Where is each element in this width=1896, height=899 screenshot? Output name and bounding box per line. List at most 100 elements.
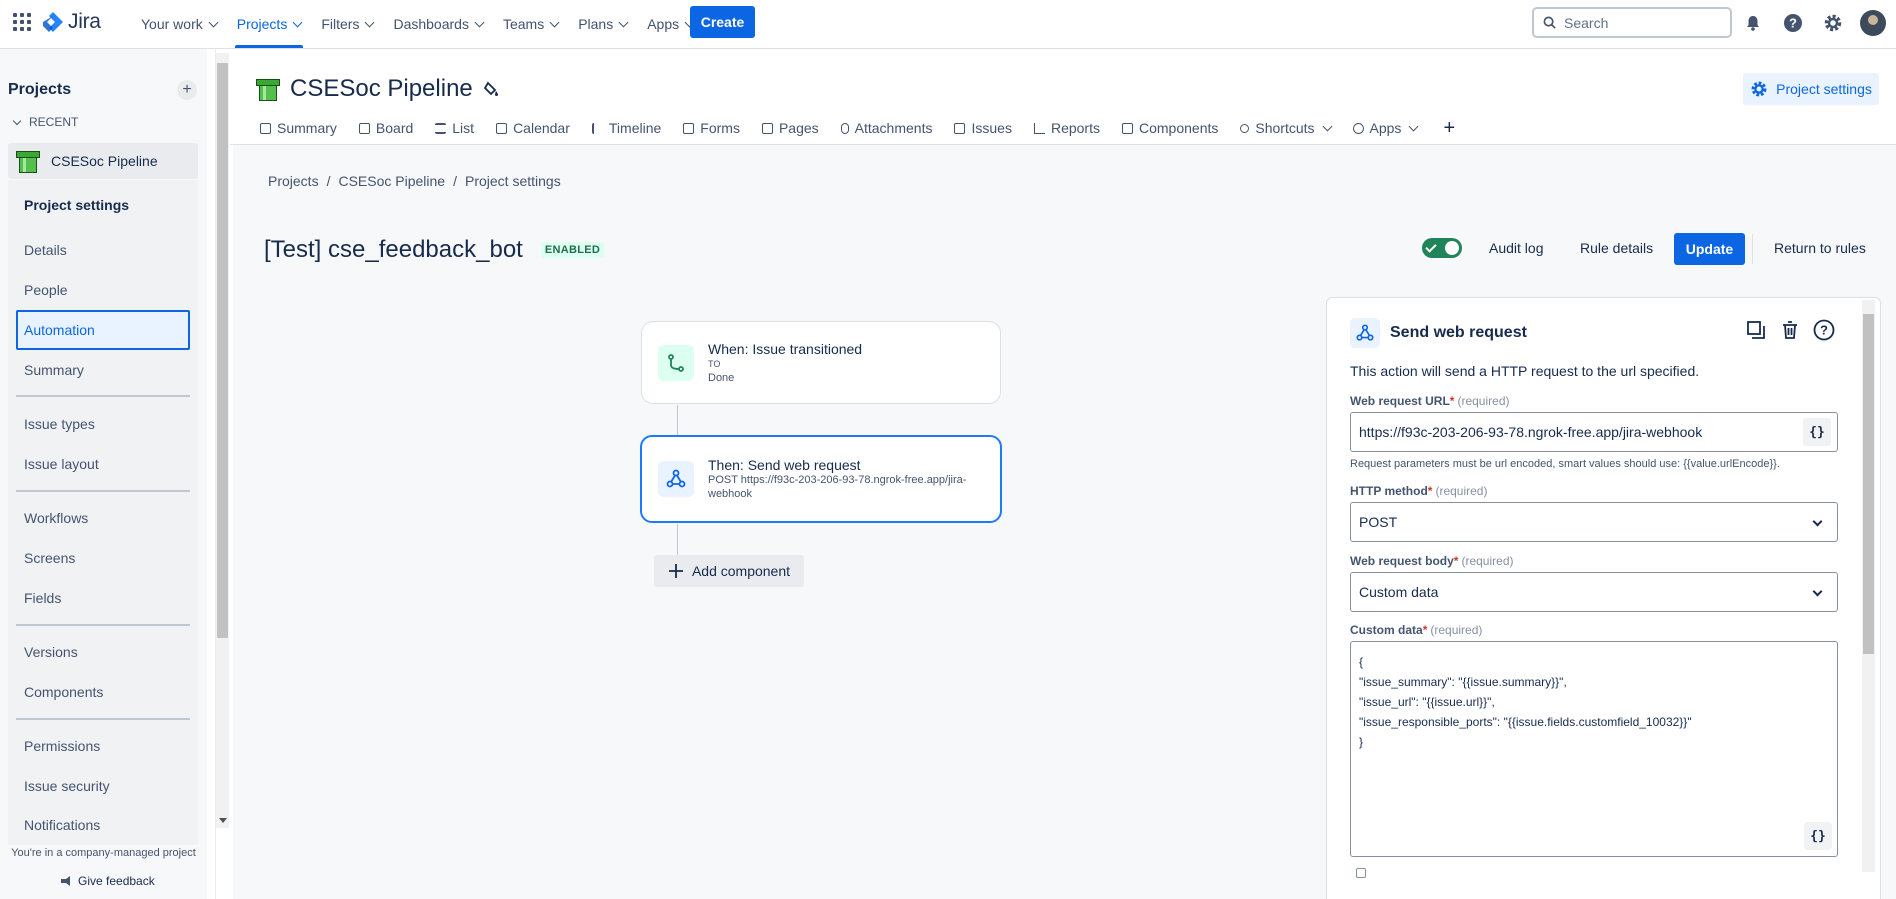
custom-data-textarea[interactable]: { "issue_summary": "{{issue.summary}}", …	[1350, 641, 1838, 857]
nav-label: Projects	[236, 16, 288, 32]
project-settings-button[interactable]: Project settings	[1743, 73, 1879, 105]
sidebar-item-issue-types[interactable]: Issue types	[16, 405, 190, 443]
copy-icon[interactable]	[1744, 318, 1768, 342]
help-icon[interactable]: ?	[1812, 318, 1836, 342]
tab-label: Components	[1138, 120, 1219, 136]
notifications-icon[interactable]	[1740, 10, 1766, 36]
nav-dashboards[interactable]: Dashboards	[383, 0, 493, 48]
issues-icon	[954, 122, 966, 134]
give-feedback-link[interactable]: Give feedback	[60, 874, 155, 888]
sidebar-item-versions[interactable]: Versions	[16, 633, 190, 671]
return-to-rules-button[interactable]: Return to rules	[1774, 240, 1866, 256]
tab-components[interactable]: Components	[1121, 120, 1240, 136]
app-switcher-icon[interactable]	[13, 13, 31, 31]
tab-label: Issues	[971, 120, 1012, 136]
paint-bucket-icon[interactable]	[483, 80, 501, 98]
tab-label: Calendar	[513, 120, 570, 136]
breadcrumb-projects[interactable]: Projects	[268, 173, 319, 189]
tab-board[interactable]: Board	[358, 120, 435, 136]
sidebar-item-issue-layout[interactable]: Issue layout	[16, 445, 190, 483]
chevron-down-icon	[1812, 516, 1823, 527]
tab-label: Reports	[1050, 120, 1100, 136]
nav-label: Apps	[647, 16, 680, 32]
web-request-url-field[interactable]: https://f93c-203-206-93-78.ngrok-free.ap…	[1350, 412, 1838, 452]
breadcrumb-project[interactable]: CSESoc Pipeline	[338, 173, 445, 189]
breadcrumb-settings[interactable]: Project settings	[465, 173, 561, 189]
sidebar-scrollbar[interactable]	[216, 53, 229, 828]
tab-issues[interactable]: Issues	[954, 120, 1033, 136]
required-hint: (required)	[1430, 623, 1483, 637]
trigger-node[interactable]: When: Issue transitioned TO Done	[641, 321, 1001, 404]
tab-forms[interactable]: Forms	[683, 120, 762, 136]
user-avatar[interactable]	[1860, 10, 1886, 36]
project-settings-label: Project settings	[1776, 81, 1872, 97]
search-input[interactable]: Search	[1532, 7, 1732, 38]
create-button[interactable]: Create	[690, 6, 755, 38]
sidebar-item-workflows[interactable]: Workflows	[16, 499, 190, 537]
sidebar-item-people[interactable]: People	[16, 271, 190, 309]
tab-attachments[interactable]: Attachments	[840, 120, 955, 136]
help-icon[interactable]: ?	[1780, 10, 1806, 36]
smart-values-button[interactable]: {}	[1803, 418, 1831, 446]
action-node[interactable]: Then: Send web request POST https://f93c…	[640, 435, 1002, 523]
nav-your-work[interactable]: Your work	[131, 0, 227, 48]
panel-header: Send web request	[1350, 318, 1527, 348]
tab-apps[interactable]: Apps	[1352, 120, 1440, 136]
smart-values-button[interactable]: {}	[1804, 822, 1832, 850]
panel-scrollbar[interactable]	[1862, 300, 1875, 872]
jira-logo[interactable]: Jira	[42, 10, 101, 34]
nav-plans[interactable]: Plans	[568, 0, 637, 48]
recent-section-toggle[interactable]: RECENT	[12, 115, 79, 129]
tab-shortcuts[interactable]: Shortcuts	[1240, 120, 1352, 136]
sidebar-item-issue-security[interactable]: Issue security	[16, 767, 190, 805]
svg-text:?: ?	[1789, 16, 1797, 31]
tab-label: List	[452, 120, 475, 136]
scrollbar-thumb[interactable]	[1863, 314, 1874, 654]
rule-title: [Test] cse_feedback_bot	[264, 236, 523, 263]
sidebar-item-permissions[interactable]: Permissions	[16, 727, 190, 765]
settings-gear-icon[interactable]	[1820, 10, 1846, 36]
tab-reports[interactable]: Reports	[1033, 120, 1122, 136]
sidebar-item-automation[interactable]: Automation	[16, 310, 190, 350]
sidebar-divider	[16, 395, 190, 397]
tab-summary[interactable]: Summary	[260, 120, 359, 136]
update-button[interactable]: Update	[1674, 233, 1745, 265]
method-label: HTTP method* (required)	[1350, 484, 1487, 498]
tab-timeline[interactable]: Timeline	[591, 120, 683, 136]
tab-label: Pages	[778, 120, 819, 136]
audit-log-button[interactable]: Audit log	[1489, 240, 1543, 256]
add-tab-button[interactable]: +	[1439, 117, 1477, 140]
rule-enabled-toggle[interactable]	[1422, 238, 1462, 258]
sidebar-item-screens[interactable]: Screens	[16, 539, 190, 577]
header-separator	[1752, 234, 1753, 264]
checkbox[interactable]	[1356, 868, 1366, 878]
webhook-icon	[658, 461, 694, 497]
tab-list[interactable]: List	[435, 120, 496, 136]
recent-label: RECENT	[29, 115, 79, 129]
action-text: Then: Send web request POST https://f93c…	[708, 457, 966, 501]
delete-icon[interactable]	[1778, 318, 1802, 342]
sidebar-project-item[interactable]: CSESoc Pipeline	[8, 143, 198, 179]
sidebar-item-fields[interactable]: Fields	[16, 579, 190, 617]
sidebar-item-details[interactable]: Details	[16, 231, 190, 269]
sidebar-title: Projects	[8, 81, 72, 98]
web-request-body-select[interactable]: Custom data	[1350, 572, 1838, 612]
add-component-button[interactable]: Add component	[654, 555, 804, 587]
sidebar-item-components[interactable]: Components	[16, 673, 190, 711]
scrollbar-thumb[interactable]	[217, 63, 228, 638]
nav-teams[interactable]: Teams	[493, 0, 568, 48]
project-pipe-icon	[16, 149, 40, 173]
method-label-text: HTTP method	[1350, 484, 1428, 498]
sidebar-item-notifications[interactable]: Notifications	[16, 806, 190, 844]
tab-pages[interactable]: Pages	[761, 120, 841, 136]
nav-projects[interactable]: Projects	[227, 0, 312, 48]
trigger-to-label: TO	[708, 358, 721, 369]
nav-filters[interactable]: Filters	[311, 0, 383, 48]
action-url-line: POST https://f93c-203-206-93-78.ngrok-fr…	[708, 474, 967, 486]
tab-calendar[interactable]: Calendar	[496, 120, 592, 136]
sidebar-item-summary[interactable]: Summary	[16, 351, 190, 389]
scroll-down-icon[interactable]	[219, 818, 227, 823]
http-method-select[interactable]: POST	[1350, 502, 1838, 542]
rule-details-button[interactable]: Rule details	[1580, 240, 1653, 256]
add-project-button[interactable]: +	[177, 80, 197, 100]
